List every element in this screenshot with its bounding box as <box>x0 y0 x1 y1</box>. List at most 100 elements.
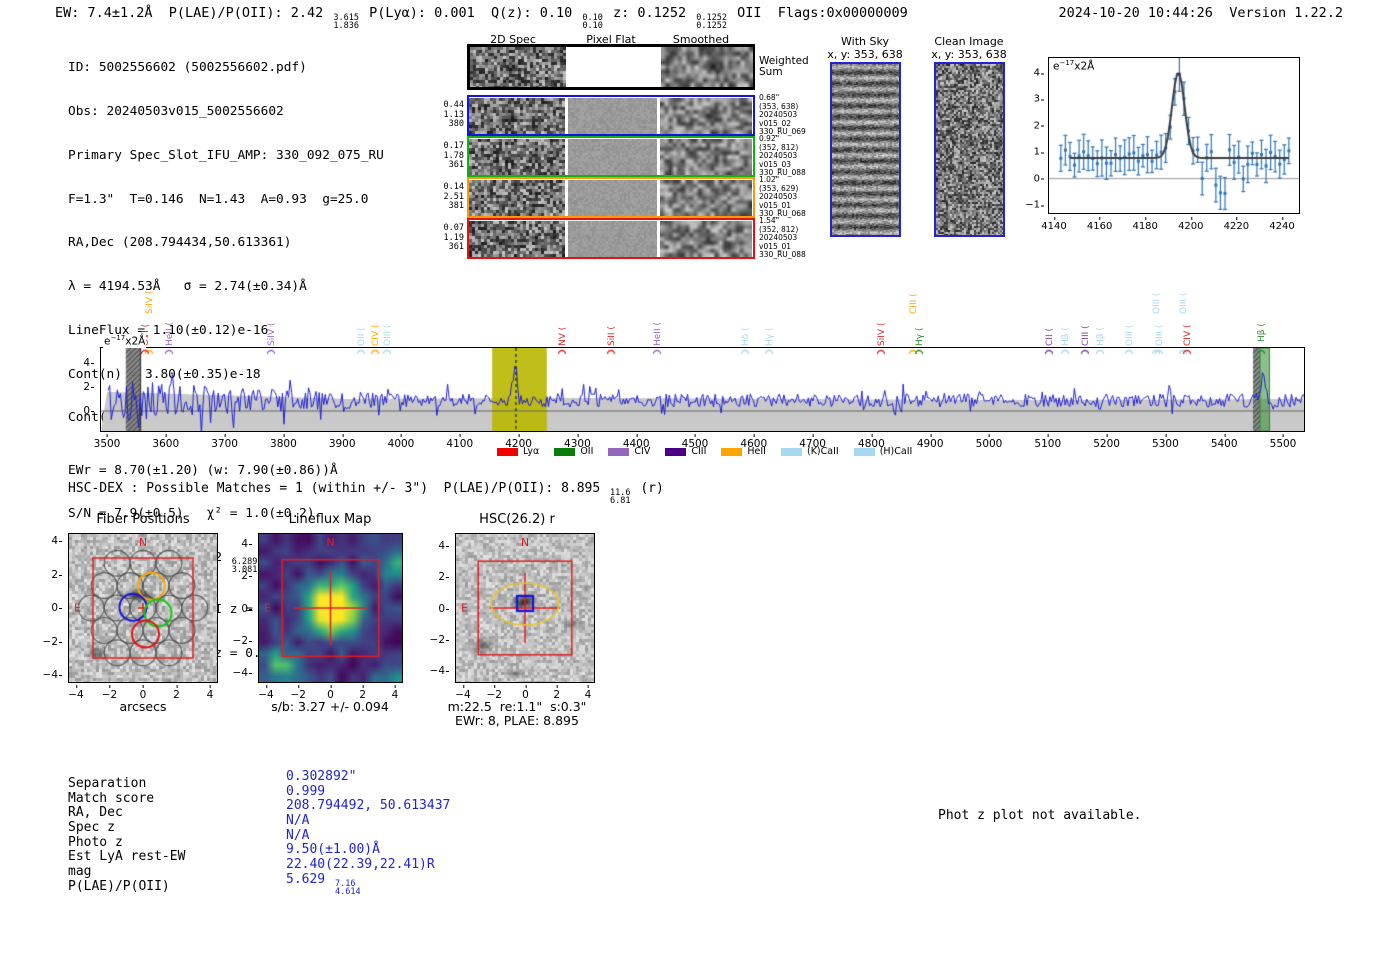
cleanimage-title: Clean Image <box>934 35 1004 48</box>
withsky-image <box>832 64 899 235</box>
legend-swatch <box>780 447 802 456</box>
info-ewr: EWr = 8.70(±1.20) (w: 7.90(±0.86))Å <box>68 462 338 478</box>
legend-item: (H)CaII <box>853 446 912 457</box>
match-label: mag <box>68 864 92 880</box>
fiber-positions-title: Fiber Positions <box>96 512 190 527</box>
match-value: 208.794492, 50.613437 <box>286 798 451 814</box>
spec2d-fiber-rows: 0.44 1.13 380 0.68" (353, 638) 20240503 v015… <box>434 93 833 259</box>
pixelflat-image <box>568 97 657 134</box>
cleanimage-coords: x, y: 353, 638 <box>931 48 1007 61</box>
spec2d-fiber-image <box>469 138 565 175</box>
report-datetime: 2024-10-20 10:44:26 <box>1058 5 1213 21</box>
info-radec: RA,Dec (208.794434,50.613361) <box>68 235 292 251</box>
match-value: N/A <box>286 813 310 829</box>
emission-line-label: Hβ ( <box>1257 323 1267 342</box>
plya-qz: P(Lyα): 0.001 Q(z): 0.10 <box>360 5 581 21</box>
photz-notice: Phot z plot not available. <box>938 808 1142 823</box>
spec2d-fiber-image <box>469 220 565 257</box>
lineflux-caption: s/b: 3.27 +/- 0.094 <box>271 699 389 714</box>
match-table-row: Separation 0.302892" <box>68 769 454 791</box>
fiber-meta: 0.92" (352, 812) 20240503 v015_03 330_RU_08… <box>759 134 806 178</box>
spec2d-weighted-row: Weighted Sum <box>434 44 833 90</box>
emission-line-label: SiIV ( <box>877 322 887 346</box>
withsky-title: With Sky <box>841 35 889 48</box>
spec2d-row: 0.44 1.13 380 0.68" (353, 638) 20240503 v015… <box>434 93 833 137</box>
match-label: Match score <box>68 790 155 806</box>
emission-line-label: OIII ( <box>1125 324 1135 346</box>
legend-swatch <box>608 447 630 456</box>
emission-line-label: OIII ( <box>383 324 393 346</box>
smoothed-weighted-image <box>661 47 753 87</box>
fiber-meta: 0.68" (353, 638) 20240503 v015_02 330_RU_06… <box>759 93 806 137</box>
emission-line-label: SiIV ( <box>267 322 277 346</box>
match-value: 5.629 7.16 4.614 <box>286 871 361 897</box>
hsc-yticks: 4 2 0 −2 −4 <box>429 540 450 677</box>
smoothed-image <box>660 97 752 134</box>
emission-line-label: NV ( <box>558 326 568 346</box>
hscdex-summary: HSC-DEX : Possible Matches = 1 (within +… <box>68 481 664 506</box>
z-range: 0.1252 0.1252 <box>696 13 727 31</box>
header-stats: EW: 7.4±1.2Å P(LAE)/P(OII): 2.42 3.615 1.… <box>55 5 908 30</box>
match-table: Separation 0.302892" Match score 0.999 RA,… <box>68 769 454 897</box>
linefit-canvas <box>1049 58 1299 213</box>
linefit-yticks: 4 3 2 1 0 −1 <box>1025 67 1045 211</box>
emission-line-label: CIV ( <box>1183 324 1193 346</box>
match-label: RA, Dec <box>68 805 123 821</box>
legend-item: Lyα <box>497 446 539 457</box>
match-label: Separation <box>68 776 147 791</box>
north-label: N <box>138 536 148 549</box>
lineflux-map-plot: N E <box>258 533 403 683</box>
emission-line-label: OII ( <box>357 327 367 346</box>
east-label: E <box>264 601 271 615</box>
report-version: Version 1.22.2 <box>1229 5 1343 21</box>
match-label: Spec z <box>68 820 115 836</box>
spectrum-canvas <box>101 348 1304 431</box>
pixelflat-image <box>568 179 657 216</box>
info-obs: Obs: 20240503v015_5002556602 <box>68 103 284 119</box>
fiber-xlabel: arcsecs <box>119 699 167 714</box>
legend-swatch <box>665 447 687 456</box>
pixelflat-weighted-image <box>569 47 658 87</box>
fiber-positions-image <box>69 534 217 682</box>
emission-line-label: Hγ ( <box>915 327 925 346</box>
emission-line-label: Hβ ( <box>1096 327 1106 346</box>
spec2d-fiber-image <box>469 97 565 134</box>
match-label: P(LAE)/P(OII) <box>68 878 170 894</box>
spec2d-row: 0.14 2.51 381 1.02" (353, 629) 20240503 v015… <box>434 175 833 219</box>
match-label: Photo z <box>68 834 123 850</box>
info-wavelength: λ = 4194.53Å σ = 2.74(±0.34)Å <box>68 279 307 295</box>
fiber-positions-plot: N E <box>68 533 218 683</box>
pixelflat-image <box>568 138 657 175</box>
emission-line-label: Hβ ( <box>1061 327 1071 346</box>
fiber-weights: 0.17 1.78 361 <box>443 141 464 171</box>
flags-value: OII Flags:0x00000009 <box>729 5 908 21</box>
hsc-plot: N E <box>455 533 595 683</box>
smoothed-image <box>660 138 752 175</box>
legend-swatch <box>721 447 743 456</box>
spectr um-ylabel: e−17x2Å <box>103 334 147 348</box>
fiber-meta: 1.02" (353, 629) 20240503 v015_01 330_RU_06… <box>759 175 806 219</box>
legend-swatch <box>497 447 518 456</box>
match-value: 9.50(±1.00)Å <box>286 842 380 858</box>
emission-line-label: HeII ( <box>165 322 175 346</box>
header-meta: 2024-10-20 10:44:26 Version 1.22.2 <box>1059 5 1344 21</box>
cleanimage-frame <box>934 62 1005 237</box>
lineflux-yticks: 4 2 0 −2 −4 <box>232 538 253 679</box>
spec2d-row: 0.07 1.19 361 1.54" (352, 812) 20240503 v015… <box>434 217 833 259</box>
match-label: Est LyA rest-EW <box>68 849 186 865</box>
spectrum-plot <box>100 347 1305 432</box>
spec2d-weighted-image <box>470 47 566 87</box>
qz-range: 0.10 0.10 <box>582 13 603 31</box>
east-label: E <box>461 601 468 615</box>
emission-line-label: HeII ( <box>653 322 663 346</box>
east-label: E <box>74 601 81 615</box>
hsc-image <box>456 534 594 682</box>
spec2d-row: 0.17 1.78 361 0.92" (352, 812) 20240503 v015… <box>434 134 833 178</box>
pixelflat-image <box>568 220 657 257</box>
emission-line-label: SiII ( <box>607 326 617 346</box>
spec2d-fiber-image <box>469 179 565 216</box>
hsc-caption-2: EWr: 8, PLAE: 8.895 <box>455 713 579 728</box>
legend-swatch <box>853 447 875 456</box>
withsky-frame <box>830 62 901 237</box>
legend-item: CIII <box>665 446 706 457</box>
